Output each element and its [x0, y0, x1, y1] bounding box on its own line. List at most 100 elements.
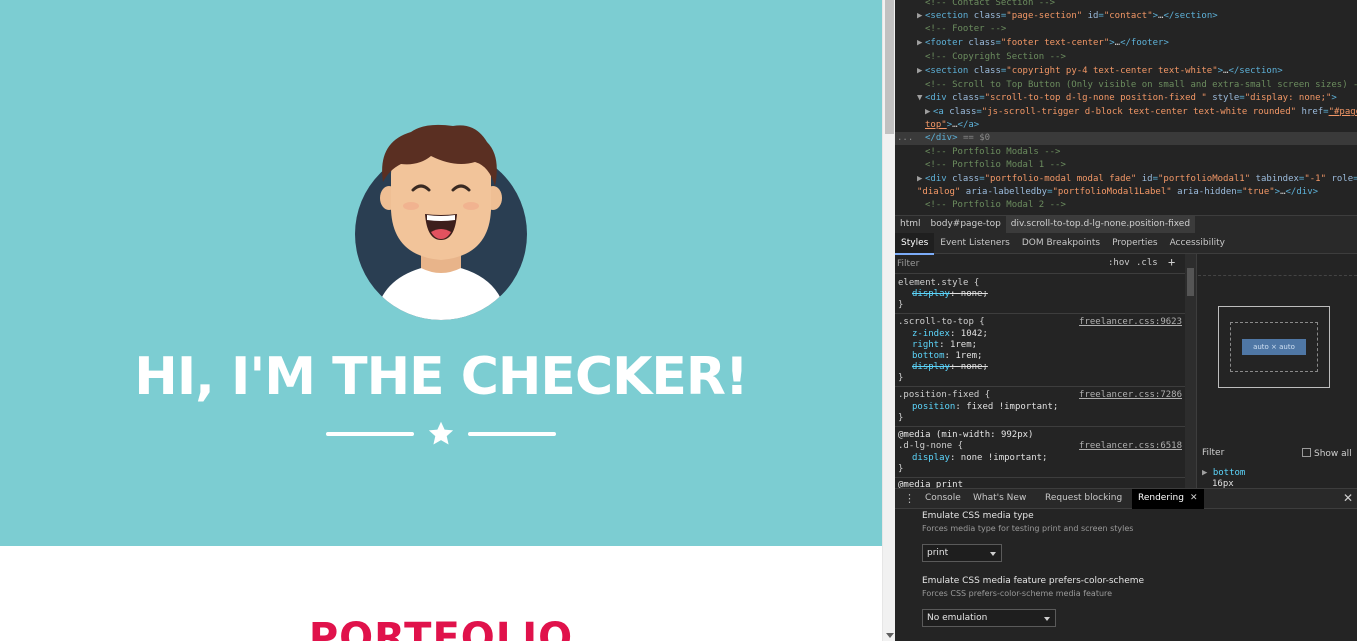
tab-rendering[interactable]: Rendering ✕ — [1132, 489, 1204, 509]
box-model-padding: auto × auto — [1230, 322, 1318, 372]
dom-node-anchor[interactable]: ▶ <a class="js-scroll-trigger d-block tex… — [895, 106, 1357, 119]
decl-right[interactable]: right: 1rem; — [912, 340, 977, 351]
tab-event-listeners[interactable]: Event Listeners — [934, 233, 1016, 253]
close-tab-icon[interactable]: ✕ — [1190, 493, 1198, 503]
tab-accessibility[interactable]: Accessibility — [1164, 233, 1231, 253]
media-query-992: @media (min-width: 992px) — [898, 430, 1034, 440]
expand-triangle-icon[interactable]: ▶ — [1202, 468, 1213, 478]
color-scheme-desc: Forces CSS prefers-color-scheme media fe… — [922, 589, 1113, 598]
page-scrollbar-thumb[interactable] — [885, 0, 894, 134]
rule-d-lg-none[interactable]: .d-lg-none { — [898, 441, 963, 452]
decl-z-index[interactable]: z-index: 1042; — [912, 329, 988, 340]
rule-position-fixed[interactable]: .position-fixed { — [898, 390, 990, 401]
rule-brace: } — [898, 373, 904, 383]
color-scheme-select[interactable]: No emulation — [922, 609, 1056, 627]
styles-subtabs: Styles Event Listeners DOM Breakpoints Prop… — [895, 233, 1357, 255]
expand-triangle-icon[interactable]: ▶ — [917, 10, 925, 23]
dom-node-contact[interactable]: ▶ <section class="page-section" id="conta… — [895, 10, 1357, 23]
rule-element-style[interactable]: element.style { — [898, 278, 979, 289]
dom-node-scroll-to-top[interactable]: ▼ <div class="scroll-to-top d-lg-none pos… — [895, 92, 1357, 105]
star-divider — [326, 420, 556, 450]
page-viewport: HI, I'M THE CHECKER! PORTFOLIO — [0, 0, 882, 641]
expand-triangle-icon[interactable]: ▶ — [925, 106, 933, 119]
styles-scrollbar[interactable] — [1185, 254, 1196, 488]
dom-comment[interactable]: <!-- Portfolio Modal 1 --> — [895, 159, 1357, 172]
checkbox-icon[interactable] — [1302, 448, 1311, 457]
expand-triangle-icon[interactable]: ▶ — [917, 37, 925, 50]
dom-comment[interactable]: <!-- Portfolio Modals --> — [895, 146, 1357, 159]
dom-comment[interactable]: <!-- Contact Section --> — [895, 0, 1357, 10]
media-type-select[interactable]: print — [922, 544, 1002, 562]
masthead: HI, I'M THE CHECKER! — [0, 0, 882, 546]
computed-property[interactable]: ▶ bottom — [1202, 468, 1245, 478]
hero-title: HI, I'M THE CHECKER! — [134, 347, 748, 407]
portfolio-heading: PORTFOLIO — [308, 615, 574, 641]
avatar-illustration — [355, 124, 527, 320]
rule-separator — [895, 477, 1185, 478]
new-rule-plus-icon[interactable]: + — [1168, 255, 1175, 269]
color-scheme-title: Emulate CSS media feature prefers-color-… — [922, 576, 1145, 586]
dom-comment[interactable]: <!-- Portfolio Modal 2 --> — [895, 199, 1357, 212]
expand-triangle-icon[interactable]: ▶ — [917, 173, 925, 186]
dom-node-copyright[interactable]: ▶ <section class="copyright py-4 text-cen… — [895, 65, 1357, 78]
breadcrumb: html body#page-top div.scroll-to-top.d-lg-… — [895, 215, 1357, 233]
pane-divider — [1198, 275, 1357, 276]
source-link[interactable]: freelancer.css:6518 — [1079, 441, 1182, 451]
rule-separator — [895, 386, 1185, 387]
computed-filter-input[interactable]: Filter — [1202, 448, 1224, 458]
elements-tree[interactable]: <!-- Contact Section --> ▶ <section class… — [895, 0, 1357, 214]
rule-brace: } — [898, 413, 904, 423]
dom-comment[interactable]: <!-- Scroll to Top Button (Only visible … — [895, 79, 1357, 92]
dom-comment[interactable]: <!-- Footer --> — [895, 23, 1357, 36]
star-icon — [428, 421, 454, 445]
decl-bottom[interactable]: bottom: 1rem; — [912, 351, 982, 362]
expand-triangle-icon[interactable]: ▶ — [917, 65, 925, 78]
drawer-tabs: ⋮ Console What's New Request blocking Re… — [895, 488, 1357, 509]
tab-request-blocking[interactable]: Request blocking — [1039, 489, 1128, 509]
tab-properties[interactable]: Properties — [1106, 233, 1163, 253]
decl-display[interactable]: display: none; — [912, 289, 988, 300]
styles-scrollbar-thumb[interactable] — [1187, 268, 1194, 296]
rendering-panel: Emulate CSS media type Forces media type… — [895, 509, 1357, 641]
media-type-title: Emulate CSS media type — [922, 511, 1034, 521]
show-all-checkbox[interactable]: Show all — [1302, 448, 1352, 459]
collapse-triangle-icon[interactable]: ▼ — [917, 92, 925, 105]
media-type-desc: Forces media type for testing print and … — [922, 524, 1134, 533]
source-link[interactable]: freelancer.css:7286 — [1079, 390, 1182, 400]
breadcrumb-body[interactable]: body#page-top — [926, 216, 1006, 233]
decl-position[interactable]: position: fixed !important; — [912, 402, 1058, 413]
breadcrumb-html[interactable]: html — [895, 216, 926, 233]
decl-display-important[interactable]: display: none !important; — [912, 453, 1047, 464]
cls-toggle[interactable]: .cls — [1136, 258, 1158, 268]
rule-brace: } — [898, 464, 904, 474]
styles-filter-input[interactable] — [897, 257, 1097, 271]
show-all-label: Show all — [1314, 449, 1352, 459]
dom-node-modal1[interactable]: ▶ <div class="portfolio-modal modal fade"… — [895, 173, 1357, 186]
tab-styles[interactable]: Styles — [895, 233, 935, 255]
dom-node-anchor-cont[interactable]: top">…</a> — [895, 119, 1357, 132]
dom-node-footer[interactable]: ▶ <footer class="footer text-center">…</f… — [895, 37, 1357, 50]
hov-toggle[interactable]: :hov — [1108, 258, 1130, 268]
scroll-down-arrow-icon[interactable] — [886, 633, 894, 638]
close-drawer-icon[interactable]: ✕ — [1343, 489, 1353, 508]
tab-dom-breakpoints[interactable]: DOM Breakpoints — [1016, 233, 1106, 253]
breadcrumb-selected[interactable]: div.scroll-to-top.d-lg-none.position-fix… — [1005, 216, 1196, 233]
media-query-print: @media print — [898, 480, 964, 488]
source-link[interactable]: freelancer.css:9623 — [1079, 317, 1182, 327]
rule-scroll-to-top[interactable]: .scroll-to-top { — [898, 317, 985, 328]
box-model-content[interactable]: auto × auto — [1242, 339, 1306, 355]
tab-whats-new[interactable]: What's New — [967, 489, 1032, 509]
dom-comment[interactable]: <!-- Copyright Section --> — [895, 51, 1357, 64]
chevron-down-icon — [1044, 617, 1050, 621]
more-menu-icon[interactable]: ⋮ — [904, 489, 915, 508]
rule-brace: } — [898, 300, 904, 310]
chevron-down-icon — [990, 552, 996, 556]
computed-pane: auto × auto Filter Show all ▶ bottom 16p… — [1198, 254, 1357, 488]
styles-filter-row: :hov .cls + — [895, 254, 1185, 274]
tab-console[interactable]: Console — [919, 489, 967, 509]
divider-line-left — [326, 432, 414, 436]
page-scrollbar[interactable] — [882, 0, 895, 641]
decl-display-overridden[interactable]: display: none; — [912, 362, 988, 373]
dom-selected-close-div[interactable]: ... </div> == $0 — [895, 132, 1357, 145]
dom-node-modal1-cont[interactable]: "dialog" aria-labelledby="portfolioModal… — [895, 186, 1357, 199]
